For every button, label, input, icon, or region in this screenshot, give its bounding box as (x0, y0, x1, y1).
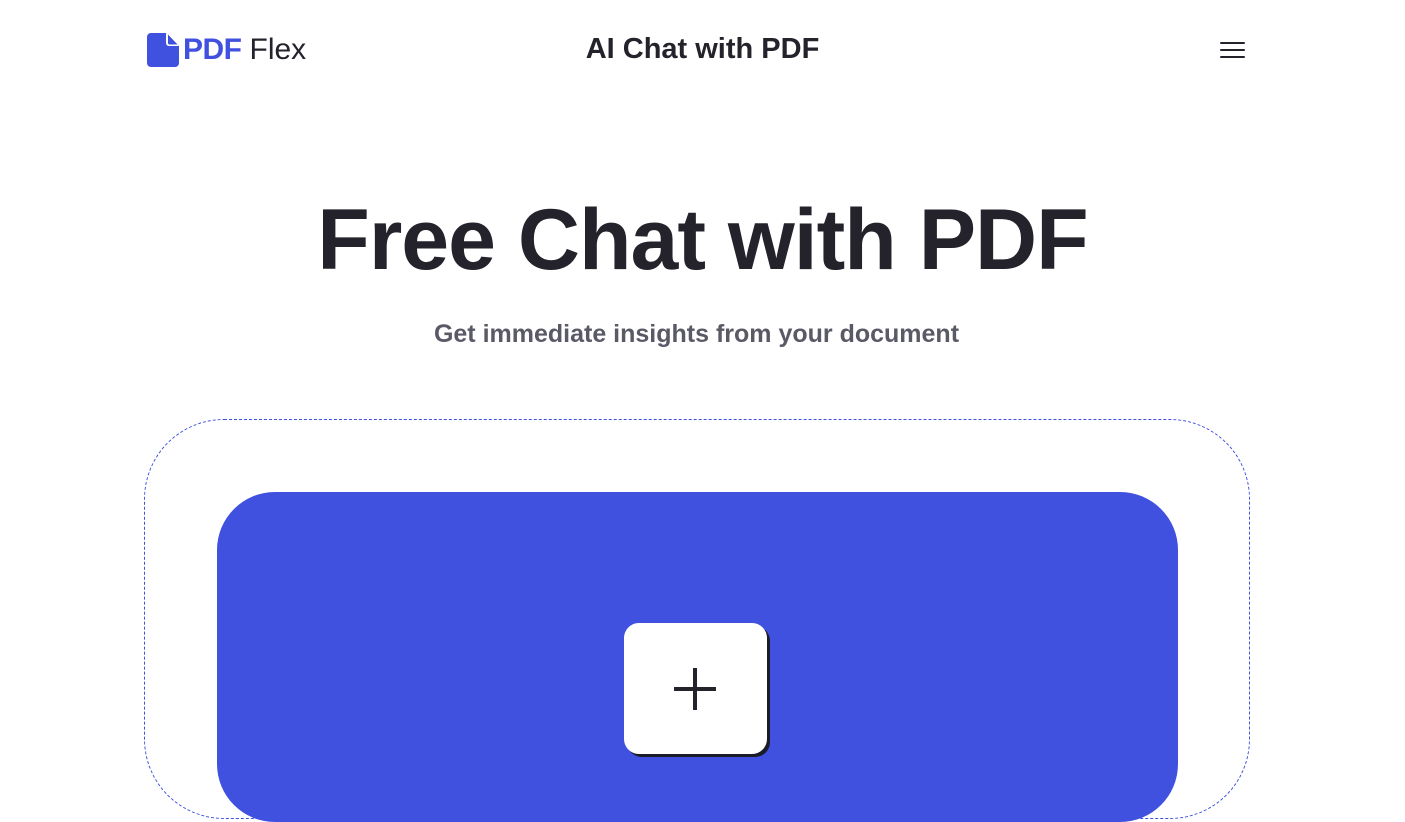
document-icon (147, 33, 179, 67)
logo-text-flex: Flex (249, 33, 307, 66)
site-header: PDF Flex AI Chat with PDF (0, 0, 1405, 100)
hero-subtitle: Get immediate insights from your documen… (433, 320, 960, 348)
plus-icon (674, 668, 716, 710)
hamburger-menu-button[interactable] (1216, 36, 1250, 66)
hero-title: Free Chat with PDF (317, 192, 1088, 288)
logo-link[interactable]: PDF Flex (147, 32, 306, 68)
add-file-button[interactable] (624, 623, 767, 754)
logo-text-pdf: PDF (183, 33, 242, 66)
